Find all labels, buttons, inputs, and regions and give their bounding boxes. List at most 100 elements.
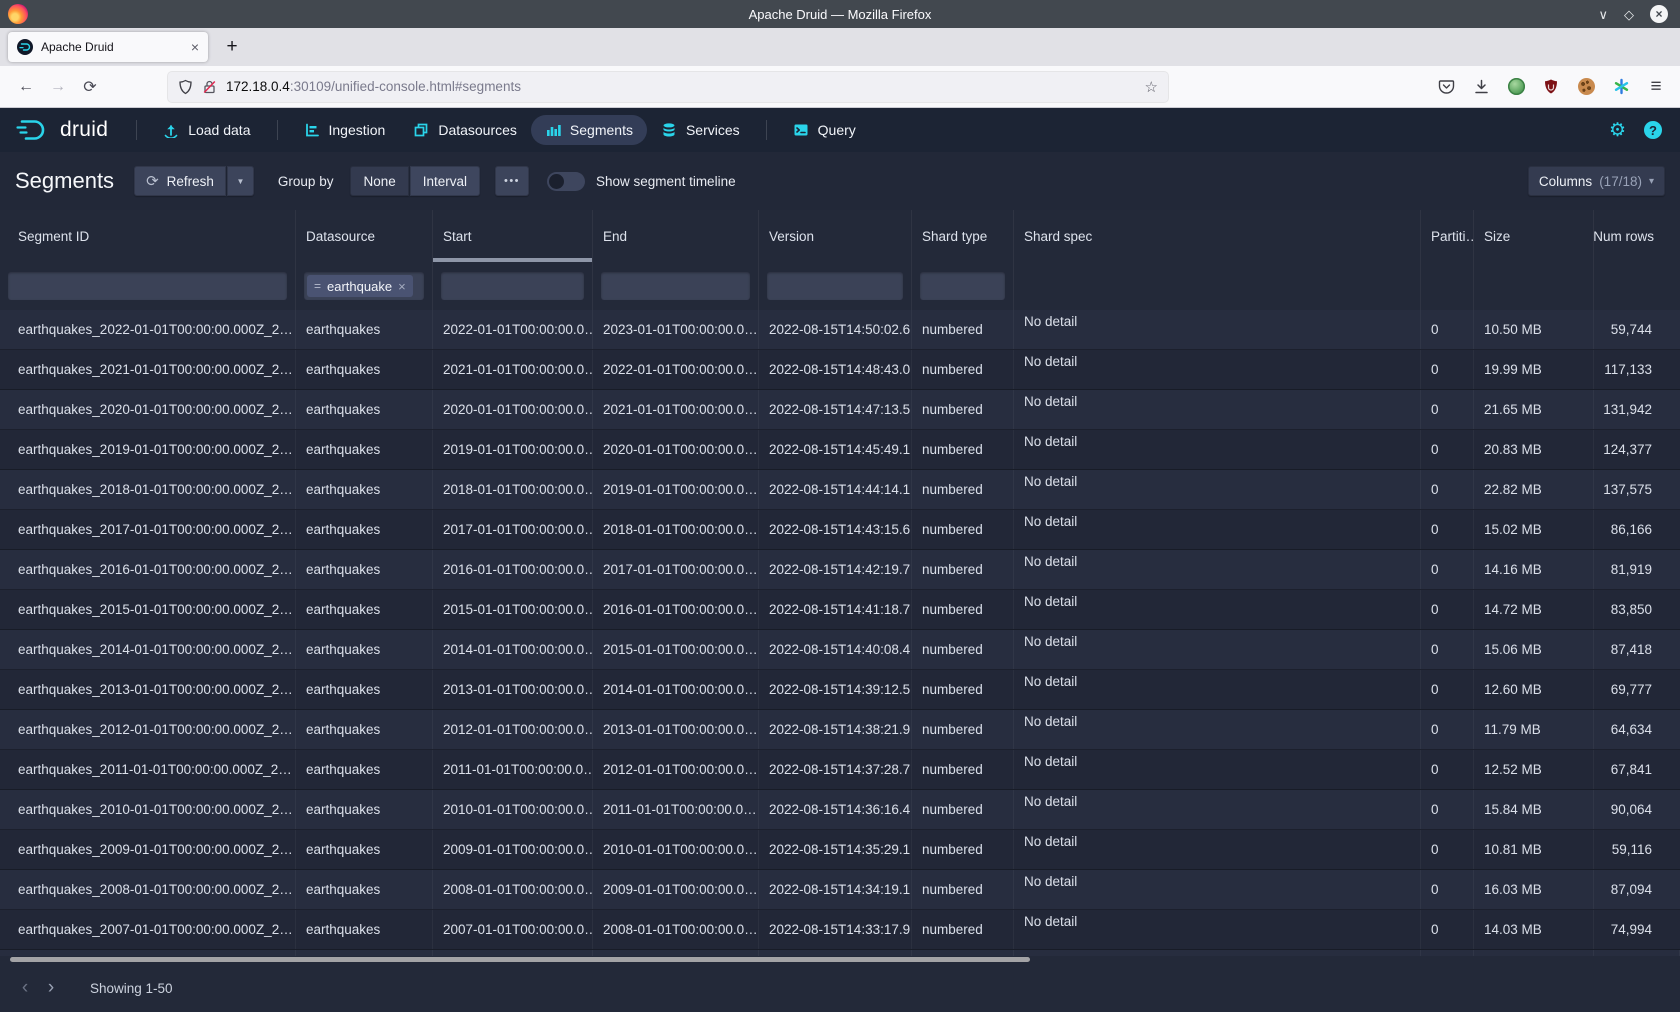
shard-type-filter-input[interactable] <box>920 272 1005 300</box>
window-close-icon[interactable]: × <box>1650 5 1668 23</box>
column-header-num-rows[interactable]: Num rows <box>1594 210 1680 262</box>
table-row[interactable]: earthquakes_2011-01-01T00:00:00.000Z_2… … <box>0 750 1680 790</box>
column-header-partition[interactable]: Partiti… <box>1421 210 1474 262</box>
ublock-origin-icon[interactable] <box>1537 73 1565 101</box>
cell-shard-type: numbered <box>912 870 1014 909</box>
remove-filter-icon[interactable]: × <box>398 279 406 294</box>
nav-item-ingestion[interactable]: Ingestion <box>290 115 400 145</box>
cell-shard-spec: No detail <box>1014 710 1421 749</box>
cell-segment-id: earthquakes_2010-01-01T00:00:00.000Z_2… <box>0 790 296 829</box>
downloads-icon[interactable] <box>1467 73 1495 101</box>
datasource-filter-tag[interactable]: = earthquake × <box>307 275 413 297</box>
column-header-datasource[interactable]: Datasource <box>296 210 433 262</box>
services-icon <box>661 122 677 138</box>
column-header-shard-type[interactable]: Shard type <box>912 210 1014 262</box>
cell-segment-id: earthquakes_2007-01-01T00:00:00.000Z_2… <box>0 910 296 949</box>
menu-icon[interactable]: ≡ <box>1642 73 1670 101</box>
end-filter-input[interactable] <box>601 272 750 300</box>
nav-item-segments[interactable]: Segments <box>531 115 647 145</box>
cell-datasource: earthquakes <box>296 790 433 829</box>
cell-start: 2010-01-01T00:00:00.0… <box>433 790 593 829</box>
cell-shard-type: numbered <box>912 630 1014 669</box>
pocket-icon[interactable] <box>1432 73 1460 101</box>
cell-partition: 0 <box>1421 550 1474 589</box>
window-maximize-icon[interactable]: ◇ <box>1624 8 1634 21</box>
nav-item-datasources[interactable]: Datasources <box>399 115 531 145</box>
group-by-interval-button[interactable]: Interval <box>410 166 480 196</box>
refresh-button[interactable]: ⟳ Refresh <box>134 166 226 196</box>
cell-version: 2022-08-15T14:36:16.4… <box>759 790 912 829</box>
next-page-button[interactable]: › <box>38 975 64 1001</box>
cookie-extension-icon[interactable] <box>1572 73 1600 101</box>
table-row[interactable]: earthquakes_2018-01-01T00:00:00.000Z_2… … <box>0 470 1680 510</box>
cell-shard-type: numbered <box>912 750 1014 789</box>
table-row[interactable]: earthquakes_2014-01-01T00:00:00.000Z_2… … <box>0 630 1680 670</box>
cell-shard-type: numbered <box>912 830 1014 869</box>
window-minimize-icon[interactable]: ∨ <box>1598 8 1608 21</box>
sparkle-extension-icon[interactable] <box>1607 73 1635 101</box>
table-row[interactable]: earthquakes_2015-01-01T00:00:00.000Z_2… … <box>0 590 1680 630</box>
cell-shard-spec: No detail <box>1014 470 1421 509</box>
back-button[interactable]: ← <box>10 72 42 102</box>
shield-icon[interactable] <box>178 79 193 95</box>
tab-close-icon[interactable]: × <box>191 39 199 55</box>
nav-item-services[interactable]: Services <box>647 115 754 145</box>
version-filter-input[interactable] <box>767 272 903 300</box>
cell-size: 15.02 MB <box>1474 510 1594 549</box>
cell-start: 2015-01-01T00:00:00.0… <box>433 590 593 629</box>
nav-item-query[interactable]: Query <box>779 115 870 145</box>
table-filter-row: = earthquake × <box>0 262 1680 310</box>
column-header-segment-id[interactable]: Segment ID <box>0 210 296 262</box>
column-header-shard-spec[interactable]: Shard spec <box>1014 210 1421 262</box>
privacy-extension-icon[interactable] <box>1502 73 1530 101</box>
druid-logo[interactable]: druid <box>14 117 108 143</box>
table-row[interactable]: earthquakes_2008-01-01T00:00:00.000Z_2… … <box>0 870 1680 910</box>
segment-id-filter-input[interactable] <box>8 272 287 300</box>
columns-button[interactable]: Columns (17/18) ▾ <box>1528 166 1665 196</box>
help-icon[interactable]: ? <box>1644 121 1662 139</box>
more-actions-button[interactable]: ••• <box>495 166 529 196</box>
cell-num-rows: 59,116 <box>1594 830 1680 869</box>
cell-end: 2019-01-01T00:00:00.0… <box>593 470 759 509</box>
cell-datasource: earthquakes <box>296 390 433 429</box>
table-row[interactable]: earthquakes_2007-01-01T00:00:00.000Z_2… … <box>0 910 1680 950</box>
table-row[interactable]: earthquakes_2017-01-01T00:00:00.000Z_2… … <box>0 510 1680 550</box>
table-row[interactable]: earthquakes_2010-01-01T00:00:00.000Z_2… … <box>0 790 1680 830</box>
table-row[interactable]: earthquakes_2020-01-01T00:00:00.000Z_2… … <box>0 390 1680 430</box>
table-body: earthquakes_2022-01-01T00:00:00.000Z_2… … <box>0 310 1680 950</box>
settings-gear-icon[interactable]: ⚙ <box>1609 121 1626 140</box>
forward-button[interactable]: → <box>42 72 74 102</box>
new-tab-button[interactable]: + <box>218 33 246 61</box>
insecure-lock-icon[interactable] <box>202 79 217 95</box>
refresh-interval-caret-button[interactable]: ▼ <box>227 166 254 196</box>
cell-shard-spec: No detail <box>1014 510 1421 549</box>
url-bar[interactable]: 172.18.0.4:30109/unified-console.html#se… <box>168 72 1168 102</box>
nav-item-load-data[interactable]: Load data <box>149 115 264 145</box>
table-row[interactable]: earthquakes_2022-01-01T00:00:00.000Z_2… … <box>0 310 1680 350</box>
horizontal-scrollbar-thumb[interactable] <box>10 957 1030 962</box>
browser-tab[interactable]: Apache Druid × <box>8 32 208 62</box>
table-row[interactable]: earthquakes_2009-01-01T00:00:00.000Z_2… … <box>0 830 1680 870</box>
cell-start: 2008-01-01T00:00:00.0… <box>433 870 593 909</box>
column-header-version[interactable]: Version <box>759 210 912 262</box>
group-by-none-button[interactable]: None <box>350 166 408 196</box>
table-row[interactable]: earthquakes_2016-01-01T00:00:00.000Z_2… … <box>0 550 1680 590</box>
table-row[interactable]: earthquakes_2019-01-01T00:00:00.000Z_2… … <box>0 430 1680 470</box>
table-row[interactable]: earthquakes_2021-01-01T00:00:00.000Z_2… … <box>0 350 1680 390</box>
query-icon <box>793 122 809 138</box>
column-header-start[interactable]: Start <box>433 210 593 262</box>
cell-end: 2022-01-01T00:00:00.0… <box>593 350 759 389</box>
previous-page-button[interactable]: ‹ <box>12 975 38 1001</box>
datasource-filter-input[interactable]: = earthquake × <box>304 272 424 300</box>
table-row[interactable]: earthquakes_2013-01-01T00:00:00.000Z_2… … <box>0 670 1680 710</box>
column-header-size[interactable]: Size <box>1474 210 1594 262</box>
bookmark-star-icon[interactable]: ☆ <box>1145 78 1158 96</box>
pagination-footer: ‹ › Showing 1-50 <box>0 964 1680 1012</box>
cell-datasource: earthquakes <box>296 310 433 349</box>
column-header-end[interactable]: End <box>593 210 759 262</box>
segment-timeline-toggle[interactable] <box>547 172 585 191</box>
reload-button[interactable]: ⟳ <box>74 72 106 102</box>
start-filter-input[interactable] <box>441 272 584 300</box>
cell-partition: 0 <box>1421 870 1474 909</box>
table-row[interactable]: earthquakes_2012-01-01T00:00:00.000Z_2… … <box>0 710 1680 750</box>
